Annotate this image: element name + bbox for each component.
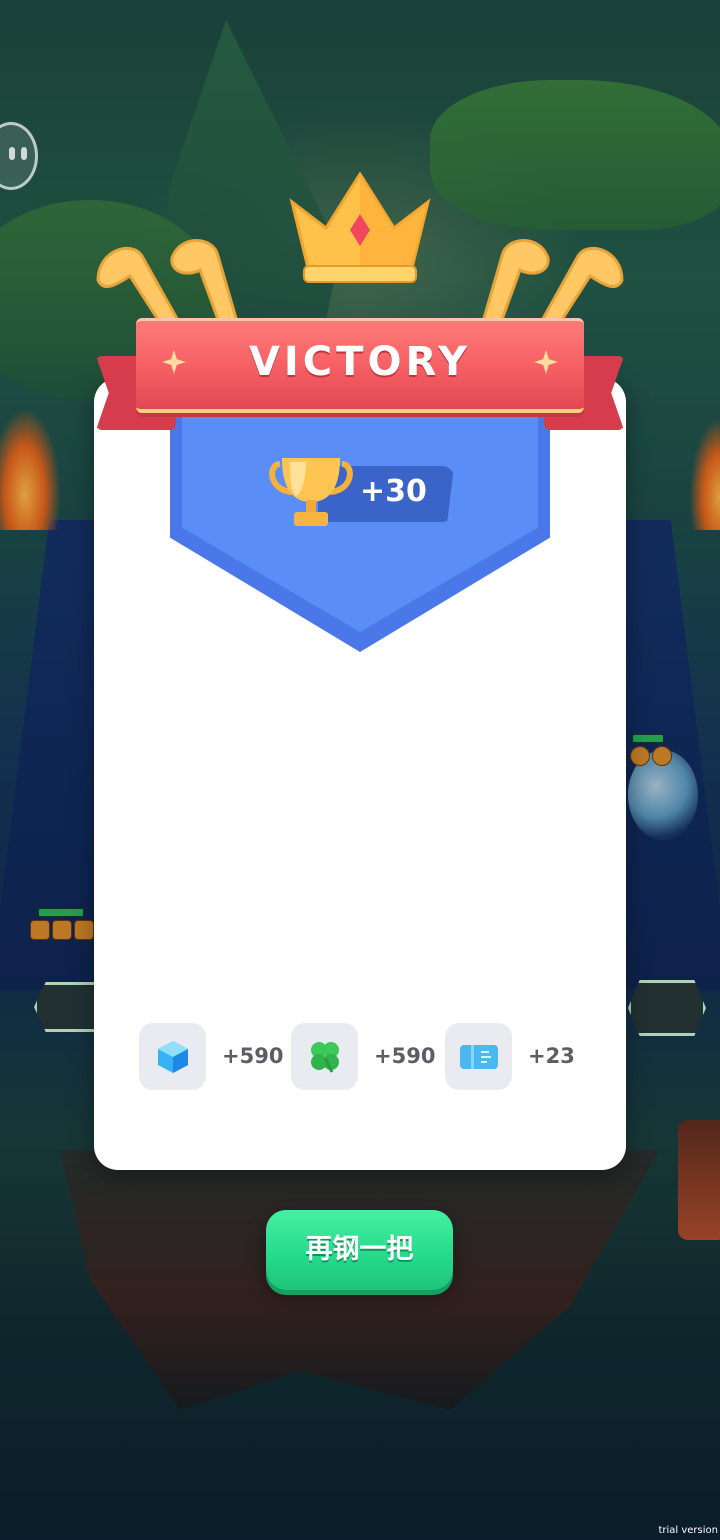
reward-item-clover [291,1023,358,1090]
trophy-icon [269,458,353,526]
crown-icon [289,172,431,283]
reward-value: +23 [528,1044,575,1068]
watermark: trial version [658,1525,718,1536]
victory-banner: VICTORY [136,318,584,413]
trophy-reward-value: +30 [360,474,427,509]
blue-gem-cube-icon [158,1041,188,1073]
ticket-icon [460,1045,498,1069]
four-leaf-clover-icon [311,1042,339,1073]
rank-shield [170,392,550,652]
reward-value: +590 [374,1044,436,1068]
reward-value: +590 [222,1044,284,1068]
play-again-button[interactable]: 再钢一把 [266,1210,453,1290]
victory-title: VICTORY [248,339,472,385]
reward-item-gem [139,1023,206,1090]
reward-item-ticket [445,1023,512,1090]
